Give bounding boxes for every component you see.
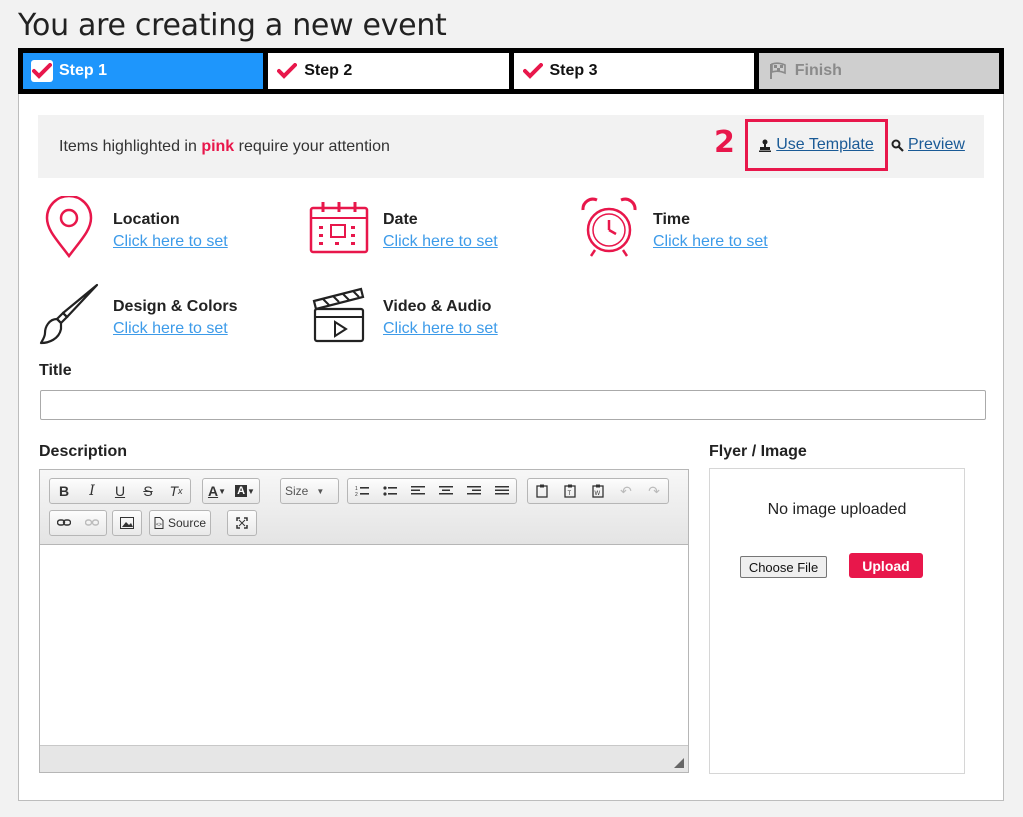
editor-content-area[interactable] xyxy=(40,545,688,745)
annotation-number: 2 xyxy=(714,125,735,160)
magnifier-icon xyxy=(891,139,904,152)
paragraph-group: 12 xyxy=(347,478,517,504)
feature-date: Date Click here to set xyxy=(309,196,498,258)
size-label: Size xyxy=(285,484,309,498)
event-form-panel: Items highlighted in pink require your a… xyxy=(18,94,1004,801)
feature-label: Video & Audio xyxy=(383,298,492,315)
flyer-label: Flyer / Image xyxy=(709,443,807,460)
no-image-text: No image uploaded xyxy=(767,501,907,518)
title-input[interactable] xyxy=(40,390,986,420)
checkered-flag-icon xyxy=(767,60,789,82)
checkmark-icon xyxy=(522,60,544,82)
preview-link[interactable]: Preview xyxy=(908,136,965,154)
color-group: A ▼ A ▼ xyxy=(202,478,260,504)
checkmark-icon xyxy=(31,60,53,82)
upload-button[interactable]: Upload xyxy=(849,553,923,578)
svg-text:<>: <> xyxy=(156,522,162,528)
title-label: Title xyxy=(39,362,72,379)
underline-button[interactable]: U xyxy=(106,479,134,503)
align-right-icon[interactable] xyxy=(460,479,488,503)
video-audio-set-link[interactable]: Click here to set xyxy=(383,317,498,341)
time-set-link[interactable]: Click here to set xyxy=(653,230,768,254)
strike-button[interactable]: S xyxy=(134,479,162,503)
alarm-clock-icon xyxy=(579,196,639,258)
paste-icon[interactable] xyxy=(528,479,556,503)
remove-format-button[interactable]: Tx xyxy=(162,479,190,503)
maximize-group xyxy=(227,510,257,536)
align-left-icon[interactable] xyxy=(404,479,432,503)
feature-design-colors: Design & Colors Click here to set xyxy=(39,283,237,345)
step-label: Step 3 xyxy=(549,62,598,79)
feature-time: Time Click here to set xyxy=(579,196,768,258)
step-finish: Finish xyxy=(758,53,999,89)
svg-text:W: W xyxy=(595,491,601,497)
bold-button[interactable]: B xyxy=(50,479,78,503)
text-color-button[interactable]: A ▼ xyxy=(203,479,231,503)
link-group xyxy=(49,510,107,536)
undo-icon[interactable]: ↶ xyxy=(612,479,640,503)
checkmark-icon xyxy=(276,60,298,82)
map-pin-icon xyxy=(39,194,99,259)
stamp-icon xyxy=(759,139,772,152)
step-2[interactable]: Step 2 xyxy=(268,53,509,89)
link-icon[interactable] xyxy=(50,511,78,535)
feature-label: Location xyxy=(113,211,180,228)
flyer-panel: No image uploaded Choose File Upload xyxy=(709,468,965,774)
format-group: B I U S Tx xyxy=(49,478,191,504)
unlink-icon[interactable] xyxy=(78,511,106,535)
notice-prefix: Items highlighted in xyxy=(59,137,197,155)
feature-video-audio: Video & Audio Click here to set xyxy=(309,283,498,345)
location-set-link[interactable]: Click here to set xyxy=(113,230,228,254)
feature-label: Time xyxy=(653,211,691,228)
justify-icon[interactable] xyxy=(488,479,516,503)
editor-footer xyxy=(40,745,688,772)
paintbrush-icon xyxy=(39,283,99,345)
svg-text:T: T xyxy=(568,491,572,497)
resize-handle[interactable] xyxy=(674,758,684,768)
feature-location: Location Click here to set xyxy=(39,194,228,259)
numbered-list-icon[interactable]: 12 xyxy=(348,479,376,503)
source-button[interactable]: <> Source xyxy=(149,510,212,536)
source-label: Source xyxy=(168,516,207,530)
svg-text:2: 2 xyxy=(355,492,358,497)
editor-toolbar: B I U S Tx A ▼ A ▼ Size ▼ 12 T W ↶ ↷ <> … xyxy=(40,470,688,545)
use-template-highlight: Use Template xyxy=(745,119,888,171)
description-editor: B I U S Tx A ▼ A ▼ Size ▼ 12 T W ↶ ↷ <> … xyxy=(39,469,689,773)
image-group xyxy=(112,510,142,536)
feature-label: Design & Colors xyxy=(113,298,238,315)
step-progress: Step 1 Step 2 Step 3 Finish xyxy=(18,48,1004,94)
design-colors-set-link[interactable]: Click here to set xyxy=(113,317,237,341)
background-color-button[interactable]: A ▼ xyxy=(231,479,259,503)
choose-file-button[interactable]: Choose File xyxy=(740,556,827,578)
step-label: Step 1 xyxy=(59,62,108,79)
page-title: You are creating a new event xyxy=(18,8,447,43)
step-label: Finish xyxy=(794,62,842,79)
step-3[interactable]: Step 3 xyxy=(513,53,754,89)
step-1[interactable]: Step 1 xyxy=(23,53,264,89)
feature-label: Date xyxy=(383,211,418,228)
use-template-link[interactable]: Use Template xyxy=(776,136,874,154)
clipboard-group: T W ↶ ↷ xyxy=(527,478,669,504)
align-center-icon[interactable] xyxy=(432,479,460,503)
description-label: Description xyxy=(39,443,128,460)
notice-suffix: require your attention xyxy=(238,137,390,155)
italic-button[interactable]: I xyxy=(78,479,106,503)
notice-highlight: pink xyxy=(201,137,235,155)
clapperboard-icon xyxy=(309,283,369,345)
step-label: Step 2 xyxy=(304,62,353,79)
maximize-icon[interactable] xyxy=(228,511,256,535)
image-icon[interactable] xyxy=(113,511,141,535)
size-select[interactable]: Size ▼ xyxy=(280,478,339,504)
bullet-list-icon[interactable] xyxy=(376,479,404,503)
calendar-icon xyxy=(309,196,369,258)
source-icon: <> xyxy=(154,517,164,529)
redo-icon[interactable]: ↷ xyxy=(640,479,668,503)
preview-action: Preview xyxy=(891,136,965,154)
paste-text-icon[interactable]: T xyxy=(556,479,584,503)
paste-word-icon[interactable]: W xyxy=(584,479,612,503)
date-set-link[interactable]: Click here to set xyxy=(383,230,498,254)
